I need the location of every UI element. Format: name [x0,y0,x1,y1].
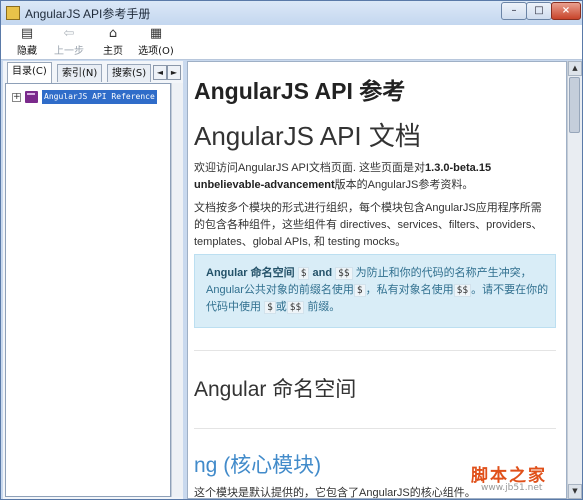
topic-content: AngularJS API 参考 AngularJS API 文档 欢迎访问An… [187,61,567,499]
scroll-thumb[interactable] [569,77,580,133]
back-button-label: 上一步 [54,46,84,57]
help-book-icon [6,6,20,20]
page-heading: AngularJS API 参考 [194,78,406,104]
core-module-link[interactable]: ng (核心模块) [194,449,321,479]
home-button-label: 主页 [103,46,123,57]
book-icon [25,91,38,103]
home-button[interactable]: ⌂ 主页 [89,26,137,58]
modules-paragraph: 文档按多个模块的形式进行组织，每个模块包含AngularJS应用程序所需的包含各… [194,202,543,248]
tab-search[interactable]: 搜索(S) [107,64,152,82]
help-window: AngularJS API参考手册 – □ × ▤ 隐藏 ⇦ 上一步 ⌂ 主页 … [0,0,583,500]
intro-text-end: 版本的AngularJS参考资料。 [334,179,474,191]
content-scrollbar[interactable]: ▲ ▼ [567,61,582,499]
tree-item-label[interactable]: AngularJS API Reference [42,90,157,104]
site-watermark: 脚本之家 www.jb51.net [467,461,577,497]
options-button[interactable]: ▦ 选项(O) [132,26,180,58]
namespace-heading: Angular 命名空间 [194,378,357,401]
intro-text: 欢迎访问AngularJS API文档页面. 这些页面是对 [194,162,426,174]
alert-title: Angular 命名空间 [206,267,295,279]
divider [194,428,556,429]
alert-and: and [312,267,333,279]
window-title: AngularJS API参考手册 [25,7,151,21]
options-icon: ▦ [149,26,163,41]
tab-scroll-left-button[interactable]: ◄ [153,65,167,80]
alert-or: 或 [275,301,287,313]
double-dollar-code: $$ [453,284,472,297]
toolbar: ▤ 隐藏 ⇦ 上一步 ⌂ 主页 ▦ 选项(O) [1,25,582,60]
tree-scrollbar[interactable] [171,83,183,497]
tab-contents[interactable]: 目录(C) [7,62,52,83]
alert-text: ，私有对象名使用 [365,284,454,296]
double-dollar-code: $$ [335,267,353,280]
alert-text: 前缀。 [307,301,341,313]
contents-tree: + AngularJS API Reference [5,83,171,497]
hide-pane-icon: ▤ [20,26,34,41]
tab-scroll-right-button[interactable]: ► [167,65,181,80]
dollar-code: $ [264,301,276,314]
options-button-label: 选项(O) [138,46,174,57]
back-button[interactable]: ⇦ 上一步 [45,26,93,58]
scroll-up-button[interactable]: ▲ [568,61,582,76]
namespace-alert: Angular 命名空间 $ and $$ 为防止和你的代码的名称产生冲突，An… [194,254,556,328]
maximize-button[interactable]: □ [526,2,552,20]
home-icon: ⌂ [108,26,118,41]
navigation-pane: 目录(C) 索引(N) 搜索(S) ◄ ► + AngularJS API Re… [3,61,183,499]
nav-tabs: 目录(C) 索引(N) 搜索(S) ◄ ► [3,61,183,83]
dollar-code: $ [297,267,310,280]
hide-button-label: 隐藏 [17,46,37,57]
section-title: AngularJS API 文档 [194,121,421,151]
divider [194,350,556,351]
dollar-code: $ [353,284,366,297]
hide-button[interactable]: ▤ 隐藏 [3,26,51,58]
back-arrow-icon: ⇦ [63,26,75,41]
tab-index[interactable]: 索引(N) [57,64,103,82]
minimize-button[interactable]: – [501,2,527,20]
intro-paragraph: 欢迎访问AngularJS API文档页面. 这些页面是对1.3.0-beta.… [194,160,550,194]
title-bar[interactable]: AngularJS API参考手册 – □ × [1,1,582,25]
watermark-url: www.jb51.net [481,483,543,493]
expand-icon[interactable]: + [12,93,21,102]
close-button[interactable]: × [551,2,581,20]
double-dollar-code: $$ [286,301,305,314]
